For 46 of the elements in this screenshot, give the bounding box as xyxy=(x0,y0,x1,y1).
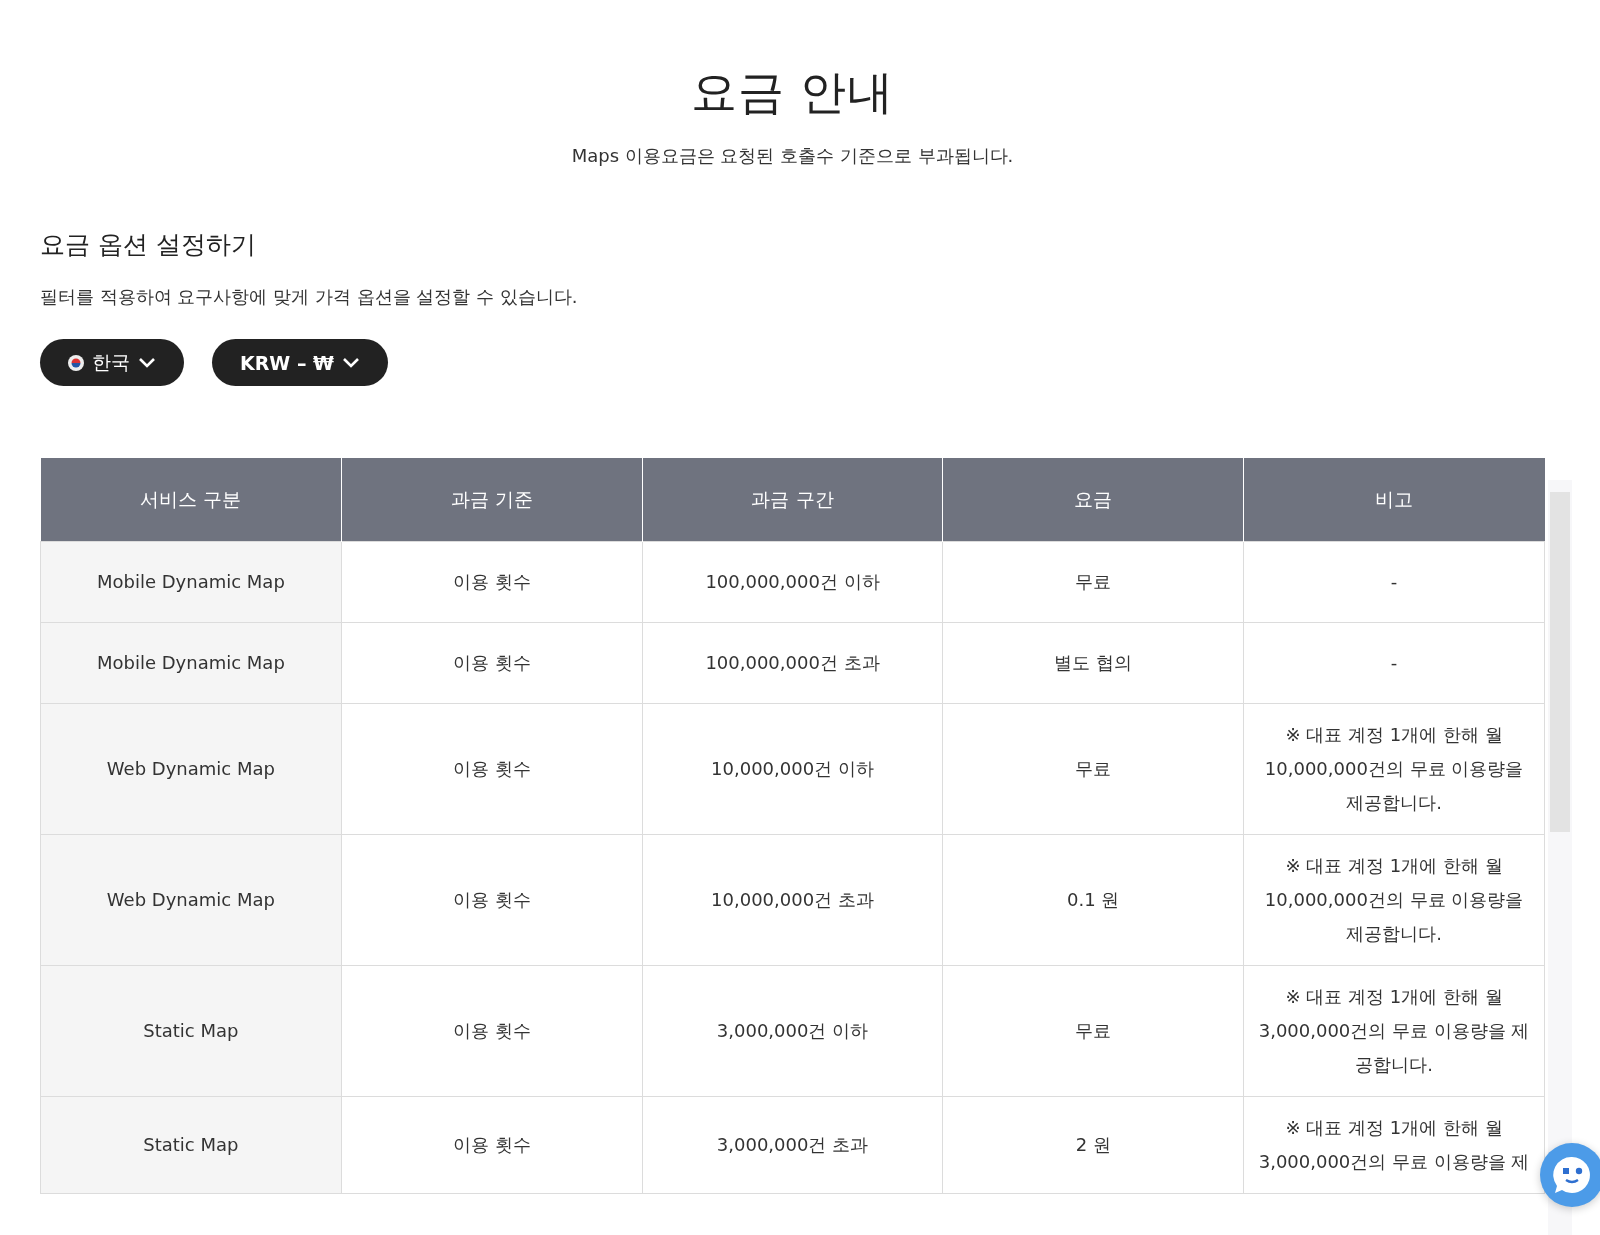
table-cell: 100,000,000건 초과 xyxy=(642,622,943,704)
table-cell: Web Dynamic Map xyxy=(40,703,342,835)
page-subtitle: Maps 이용요금은 요청된 호출수 기준으로 부과됩니다. xyxy=(570,144,1015,168)
table-cell: ※ 대표 계정 1개에 한해 월 3,000,000건의 무료 이용량을 제 xyxy=(1243,1096,1545,1194)
table-cell: 무료 xyxy=(942,703,1244,835)
table-cell: 이용 횟수 xyxy=(341,965,643,1097)
table-cell: 3,000,000건 이하 xyxy=(642,965,943,1097)
table-cell: 무료 xyxy=(942,965,1244,1097)
table-cell: 이용 횟수 xyxy=(341,541,643,623)
page-title: 요금 안내 xyxy=(689,64,896,121)
table-cell: 2 원 xyxy=(942,1096,1244,1194)
table-cell: - xyxy=(1243,541,1545,623)
table-cell: - xyxy=(1243,622,1545,704)
table-cell: 별도 협의 xyxy=(942,622,1244,704)
table-cell: ※ 대표 계정 1개에 한해 월 10,000,000건의 무료 이용량을 제공합니다. xyxy=(1243,703,1545,835)
table-cell: 이용 횟수 xyxy=(341,622,643,704)
table-cell: 이용 횟수 xyxy=(341,834,643,966)
column-header: 서비스 구분 xyxy=(40,458,342,542)
section-description: 필터를 적용하여 요구사항에 맞게 가격 옵션을 설정할 수 있습니다. xyxy=(40,285,579,309)
table-cell: ※ 대표 계정 1개에 한해 월 3,000,000건의 무료 이용량을 제 공합니다. xyxy=(1243,965,1545,1097)
column-header: 비고 xyxy=(1243,458,1545,542)
column-header: 요금 xyxy=(942,458,1244,542)
table-cell: ※ 대표 계정 1개에 한해 월 10,000,000건의 무료 이용량을 제공합니다. xyxy=(1243,834,1545,966)
chat-button[interactable] xyxy=(1540,1143,1600,1207)
table-cell: 10,000,000건 초과 xyxy=(642,834,943,966)
table-cell: Static Map xyxy=(40,1096,342,1194)
table-cell: 100,000,000건 이하 xyxy=(642,541,943,623)
column-header: 과금 기준 xyxy=(341,458,643,542)
section-heading: 요금 옵션 설정하기 xyxy=(40,229,257,261)
table-cell: 10,000,000건 이하 xyxy=(642,703,943,835)
scrollbar[interactable] xyxy=(1548,480,1572,1235)
table-cell: Web Dynamic Map xyxy=(40,834,342,966)
column-header: 과금 구간 xyxy=(642,458,943,542)
korea-flag-icon xyxy=(68,354,84,371)
table-cell: 이용 횟수 xyxy=(341,1096,643,1194)
table-cell: Static Map xyxy=(40,965,342,1097)
table-cell: Mobile Dynamic Map xyxy=(40,622,342,704)
table-cell: Mobile Dynamic Map xyxy=(40,541,342,623)
country-dropdown[interactable]: 한국 xyxy=(40,339,184,386)
table-cell: 무료 xyxy=(942,541,1244,623)
table-cell: 0.1 원 xyxy=(942,834,1244,966)
currency-dropdown[interactable]: KRW – ₩ xyxy=(212,339,388,386)
chevron-down-icon xyxy=(342,356,360,369)
table-cell: 3,000,000건 초과 xyxy=(642,1096,943,1194)
chevron-down-icon xyxy=(138,356,156,369)
table-cell: 이용 횟수 xyxy=(341,703,643,835)
